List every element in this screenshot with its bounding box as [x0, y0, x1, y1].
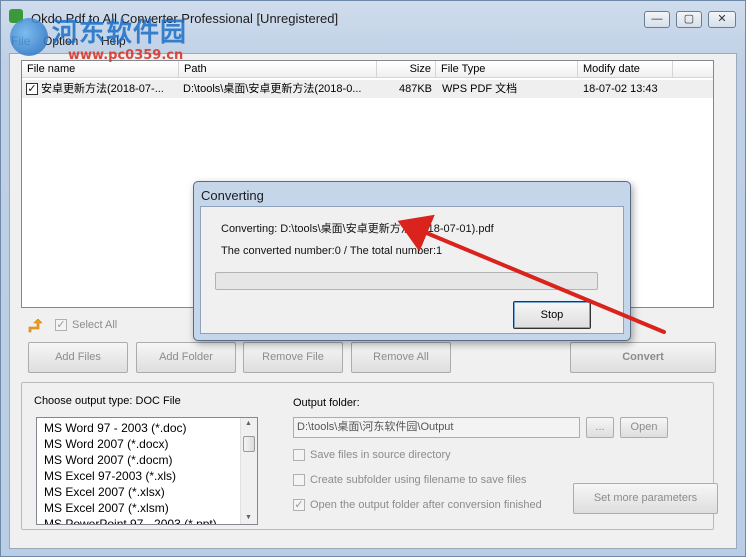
source-dir-label: Save files in source directory: [310, 449, 451, 461]
source-dir-checkbox[interactable]: [293, 449, 305, 461]
close-button[interactable]: ✕: [708, 11, 736, 28]
output-type-label: Choose output type: DOC File: [34, 395, 181, 407]
output-settings-group: Choose output type: DOC File MS Word 97 …: [21, 382, 718, 530]
file-list-header: File name Path Size File Type Modify dat…: [22, 61, 713, 78]
add-folder-button[interactable]: Add Folder: [136, 342, 236, 373]
add-files-button[interactable]: Add Files: [28, 342, 128, 373]
list-item[interactable]: MS Excel 2007 (*.xlsx): [44, 485, 165, 499]
cell-file-name: 安卓更新方法(2018-07-...: [41, 83, 164, 95]
converting-dialog: Converting Converting: D:\tools\桌面\安卓更新方…: [193, 181, 631, 341]
select-all-label: Select All: [72, 319, 118, 331]
output-type-list[interactable]: MS Word 97 - 2003 (*.doc) MS Word 2007 (…: [36, 417, 258, 525]
stop-button[interactable]: Stop: [513, 301, 591, 329]
list-item[interactable]: MS Word 2007 (*.docx): [44, 437, 169, 451]
subfolder-checkbox[interactable]: [293, 474, 305, 486]
menu-help[interactable]: Help: [101, 34, 126, 48]
table-row[interactable]: ✓ 安卓更新方法(2018-07-... D:\tools\桌面\安卓更新方法(…: [22, 80, 713, 98]
menu-file[interactable]: File: [11, 34, 30, 48]
remove-file-button[interactable]: Remove File: [243, 342, 343, 373]
cell-modify-date: 18-07-02 13:43: [583, 83, 658, 95]
menu-bar: File Option Help: [1, 31, 745, 51]
scroll-thumb[interactable]: [243, 436, 255, 452]
col-size[interactable]: Size: [377, 61, 436, 78]
browse-button[interactable]: ...: [586, 417, 614, 438]
cell-path: D:\tools\桌面\安卓更新方法(2018-0...: [183, 83, 362, 95]
title-bar: Okdo Pdf to All Converter Professional […: [1, 1, 745, 31]
subfolder-label: Create subfolder using filename to save …: [310, 474, 527, 486]
col-file-type[interactable]: File Type: [436, 61, 578, 78]
scroll-up-icon[interactable]: ▲: [245, 420, 252, 427]
cell-size: 487KB: [398, 83, 432, 95]
select-all-checkbox[interactable]: ✓: [55, 319, 67, 331]
cell-file-type: WPS PDF 文档: [442, 83, 518, 95]
minimize-button[interactable]: —: [644, 11, 670, 28]
convert-button[interactable]: Convert: [570, 342, 716, 373]
col-filler: [673, 61, 713, 78]
dialog-title: Converting: [201, 188, 264, 203]
app-icon: [9, 9, 23, 23]
output-folder-label: Output folder:: [293, 397, 360, 409]
col-file-name[interactable]: File name: [22, 61, 179, 78]
col-modify-date[interactable]: Modify date: [578, 61, 673, 78]
window-title: Okdo Pdf to All Converter Professional […: [31, 11, 339, 26]
col-path[interactable]: Path: [179, 61, 377, 78]
list-item[interactable]: MS PowerPoint 97 - 2003 (*.ppt): [44, 517, 217, 524]
output-folder-input[interactable]: D:\tools\桌面\河东软件园\Output: [293, 417, 580, 438]
menu-option[interactable]: Option: [43, 34, 78, 48]
maximize-button[interactable]: ▢: [676, 11, 702, 28]
remove-all-button[interactable]: Remove All: [351, 342, 451, 373]
open-after-checkbox[interactable]: ✓: [293, 499, 305, 511]
list-item[interactable]: MS Word 2007 (*.docm): [44, 453, 173, 467]
dialog-body: Converting: D:\tools\桌面\安卓更新方法(2018-07-0…: [200, 206, 624, 334]
converting-file-text: Converting: D:\tools\桌面\安卓更新方法(2018-07-0…: [221, 223, 494, 235]
list-item[interactable]: MS Word 97 - 2003 (*.doc): [44, 421, 187, 435]
row-checkbox[interactable]: ✓: [26, 83, 38, 95]
set-more-parameters-button[interactable]: Set more parameters: [573, 483, 718, 514]
scroll-down-icon[interactable]: ▼: [245, 514, 252, 521]
converted-count-text: The converted number:0 / The total numbe…: [221, 245, 443, 257]
open-after-label: Open the output folder after conversion …: [310, 499, 542, 511]
conversion-progress-bar: [215, 272, 598, 290]
up-arrow-icon[interactable]: [28, 319, 42, 333]
list-item[interactable]: MS Excel 97-2003 (*.xls): [44, 469, 176, 483]
open-folder-button[interactable]: Open: [620, 417, 668, 438]
type-list-scrollbar[interactable]: ▲ ▼: [240, 418, 257, 524]
list-item[interactable]: MS Excel 2007 (*.xlsm): [44, 501, 169, 515]
